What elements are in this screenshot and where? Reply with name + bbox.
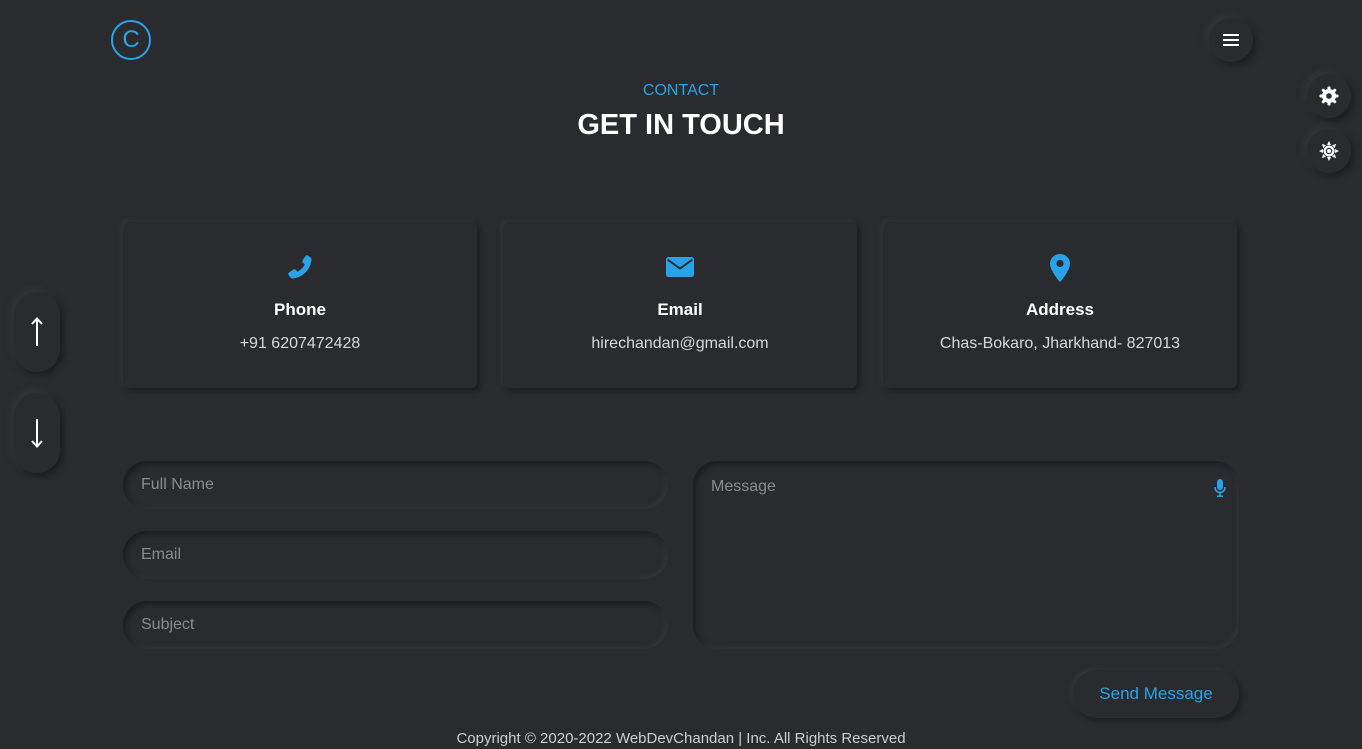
message-field <box>693 461 1239 649</box>
email-value[interactable]: hirechandan@gmail.com <box>503 335 857 353</box>
section-subtitle: CONTACT <box>642 82 720 99</box>
sun-icon <box>1319 141 1339 161</box>
map-pin-icon <box>1050 254 1070 282</box>
full-name-input[interactable] <box>123 461 668 509</box>
page-title: GET IN TOUCH <box>577 109 785 141</box>
scroll-down-button[interactable] <box>14 393 60 473</box>
copyright-text: Copyright © 2020-2022 WebDevChandan | In… <box>456 730 906 747</box>
send-message-button[interactable]: Send Message <box>1073 670 1239 718</box>
card-label: Address <box>1025 300 1095 319</box>
menu-button[interactable] <box>1209 18 1253 62</box>
card-label: Email <box>657 300 703 319</box>
message-input[interactable] <box>693 461 1239 649</box>
envelope-icon <box>666 257 694 277</box>
microphone-icon[interactable] <box>1214 479 1226 497</box>
arrow-up-icon <box>31 317 43 346</box>
subject-input[interactable] <box>123 601 668 649</box>
contact-card-address: Address Chas-Bokaro, Jharkhand- 827013 <box>883 222 1237 388</box>
hamburger-icon <box>1223 34 1239 46</box>
address-value: Chas-Bokaro, Jharkhand- 827013 <box>939 335 1181 352</box>
email-input[interactable] <box>123 531 668 579</box>
contact-card-email: Email hirechandan@gmail.com <box>503 222 857 388</box>
phone-value[interactable]: +91 6207472428 <box>123 335 477 353</box>
scroll-up-button[interactable] <box>14 292 60 372</box>
card-label: Phone <box>274 300 326 319</box>
arrow-down-icon <box>31 419 43 448</box>
logo[interactable]: C <box>111 20 151 60</box>
contact-card-phone: Phone +91 6207472428 <box>123 222 477 388</box>
phone-icon <box>288 255 312 279</box>
